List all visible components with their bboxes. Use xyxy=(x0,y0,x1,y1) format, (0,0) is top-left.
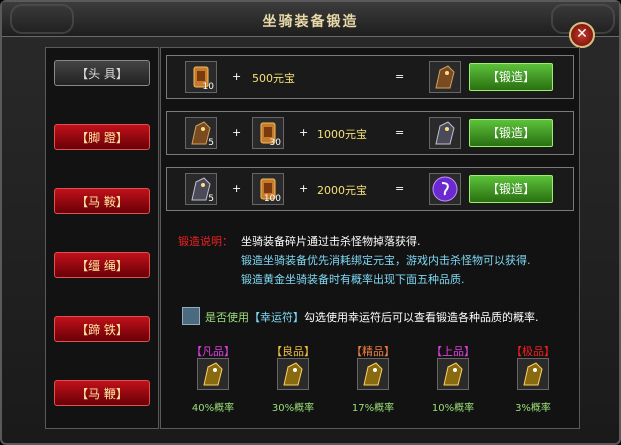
fragment-icon[interactable]: 30 xyxy=(252,117,284,149)
close-icon[interactable]: ✕ xyxy=(569,22,595,48)
window-title: 坐骑装备锻造 xyxy=(262,14,359,30)
fragment-icon[interactable]: 100 xyxy=(252,173,284,205)
category-button-reins[interactable]: 【缰 绳】 xyxy=(54,252,150,278)
quality-label: 【精品】 xyxy=(351,345,395,358)
title-bar: 坐骑装备锻造 xyxy=(2,2,619,37)
quality-label: 【极品】 xyxy=(511,345,555,358)
category-button-stirrup[interactable]: 【脚 蹬】 xyxy=(54,124,150,150)
quality-label: 【良品】 xyxy=(271,345,315,358)
quality-rate: 3%概率 xyxy=(515,403,551,414)
golden-horse-armor-icon[interactable] xyxy=(277,358,309,390)
yuanbao-cost: 2000元宝 xyxy=(317,184,367,197)
golden-horse-armor-icon[interactable] xyxy=(357,358,389,390)
category-button-whip[interactable]: 【马 鞭】 xyxy=(54,380,150,406)
golden-horse-armor-icon[interactable] xyxy=(517,358,549,390)
description-line: 锻造坐骑装备优先消耗绑定元宝，游戏内击杀怪物可以获得. xyxy=(241,254,531,267)
fragment-icon[interactable]: 10 xyxy=(185,61,217,93)
bronze-horse-armor-icon[interactable]: 5 xyxy=(185,117,217,149)
equipment-category-sidebar: 【头 具】 【脚 蹬】 【马 鞍】 【缰 绳】 【蹄 铁】 【马 鞭】 xyxy=(45,47,159,429)
quality-rate: 10%概率 xyxy=(431,403,475,414)
forge-button[interactable]: 【锻造】 xyxy=(469,119,553,147)
forge-button[interactable]: 【锻造】 xyxy=(469,175,553,203)
yuanbao-cost: 1000元宝 xyxy=(317,128,367,141)
golden-horse-armor-icon[interactable] xyxy=(197,358,229,390)
quality-label: 【上品】 xyxy=(431,345,475,358)
description-line: 坐骑装备碎片通过击杀怪物掉落获得. xyxy=(241,235,421,248)
forge-button[interactable]: 【锻造】 xyxy=(469,63,553,91)
silver-horse-armor-icon[interactable] xyxy=(429,117,461,149)
category-button-headgear[interactable]: 【头 具】 xyxy=(54,60,150,86)
recipe-row: 5 + 30 + 1000元宝 = 【锻造】 xyxy=(166,111,574,155)
category-button-saddle[interactable]: 【马 鞍】 xyxy=(54,188,150,214)
silver-horse-armor-icon[interactable]: 5 xyxy=(185,173,217,205)
recipe-row: 10 + 500元宝 = 【锻造】 xyxy=(166,55,574,99)
description-label: 锻造说明： xyxy=(178,235,233,248)
yuanbao-cost: 500元宝 xyxy=(252,72,295,85)
forge-window: 坐骑装备锻造 ✕ 【头 具】 【脚 蹬】 【马 鞍】 【缰 绳】 【蹄 铁】 【… xyxy=(0,0,621,445)
description-line: 锻造黄金坐骑装备时有概率出现下面五种品质. xyxy=(241,273,465,286)
quality-label: 【凡品】 xyxy=(191,345,235,358)
golden-horse-armor-icon[interactable] xyxy=(437,358,469,390)
quality-rate: 40%概率 xyxy=(191,403,235,414)
forge-panel: 10 + 500元宝 = 【锻造】 5 + 30 + 1000元宝 = 【锻造】… xyxy=(160,47,580,429)
recipe-row: 5 + 100 + 2000元宝 = 【锻造】 xyxy=(166,167,574,211)
purple-orb-icon[interactable] xyxy=(429,173,461,205)
quality-rate: 30%概率 xyxy=(271,403,315,414)
luck-charm-checkbox[interactable] xyxy=(182,307,200,325)
luck-charm-label: 是否使用【幸运符】勾选使用幸运符后可以查看锻造各种品质的概率. xyxy=(205,311,539,324)
quality-rate: 17%概率 xyxy=(351,403,395,414)
bronze-horse-armor-icon[interactable] xyxy=(429,61,461,93)
category-button-horseshoe[interactable]: 【蹄 铁】 xyxy=(54,316,150,342)
